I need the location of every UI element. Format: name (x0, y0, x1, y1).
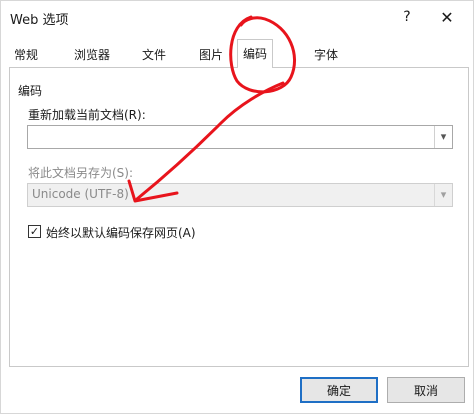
chevron-down-icon[interactable]: ▾ (434, 184, 452, 206)
window-title: Web 选项 (10, 13, 69, 28)
cancel-button[interactable]: 取消 (387, 377, 465, 403)
reload-document-label: 重新加载当前文档(R): (28, 108, 146, 122)
close-button[interactable]: ✕ (431, 3, 463, 31)
encoding-panel: 编码 重新加载当前文档(R): ▾ 将此文档另存为(S): Unicode (U… (9, 67, 469, 367)
tab-encoding[interactable]: 编码 (237, 39, 274, 68)
save-as-encoding-value: Unicode (UTF-8) (32, 187, 129, 201)
always-save-default-label[interactable]: 始终以默认编码保存网页(A) (46, 224, 196, 241)
help-button[interactable]: ? (391, 3, 423, 31)
tab-general[interactable]: 常规 (9, 43, 43, 67)
tab-fonts[interactable]: 字体 (309, 43, 343, 67)
save-as-label: 将此文档另存为(S): (28, 166, 134, 180)
reload-encoding-select[interactable]: ▾ (27, 125, 453, 149)
always-save-default-checkbox[interactable]: ✓ (28, 225, 41, 238)
ok-button[interactable]: 确定 (300, 377, 378, 403)
tab-browsers[interactable]: 浏览器 (69, 43, 115, 67)
encoding-group-label: 编码 (18, 84, 43, 98)
title-bar: Web 选项 ? ✕ (1, 1, 473, 33)
tab-pictures[interactable]: 图片 (194, 43, 228, 67)
tab-strip: 常规 浏览器 文件 图片 编码 字体 (9, 39, 469, 68)
web-options-dialog: Web 选项 ? ✕ 常规 浏览器 文件 图片 编码 字体 编码 重新加载当前文… (0, 0, 474, 414)
chevron-down-icon[interactable]: ▾ (434, 126, 452, 148)
tab-files[interactable]: 文件 (137, 43, 171, 67)
save-as-encoding-select[interactable]: Unicode (UTF-8) ▾ (27, 183, 453, 207)
